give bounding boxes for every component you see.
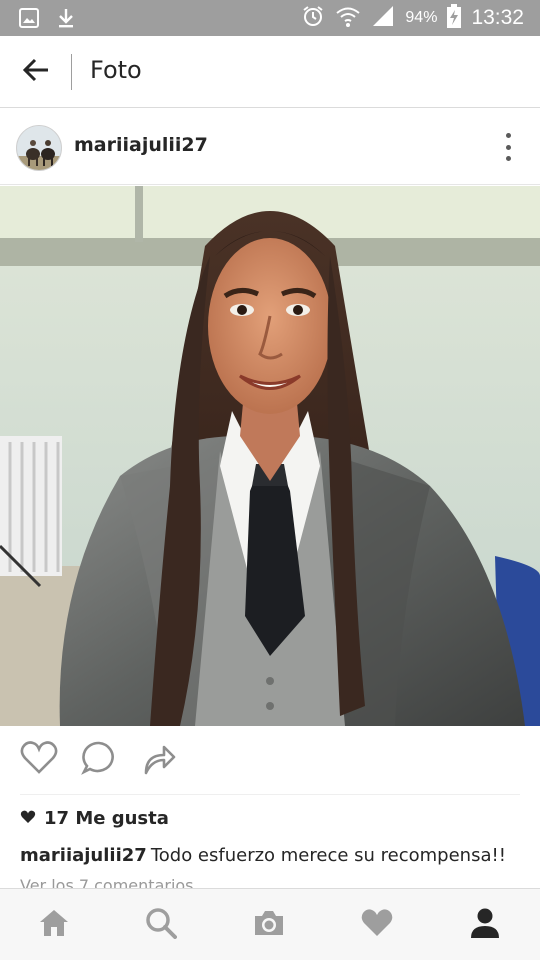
back-button[interactable] (14, 52, 58, 92)
caption-text: Todo esfuerzo merece su recompensa!! (150, 845, 506, 866)
nav-search[interactable] (139, 903, 183, 947)
nav-camera[interactable] (247, 903, 291, 947)
post-header: mariiajulii27 (0, 109, 540, 185)
clock: 13:32 (471, 6, 524, 29)
home-icon (38, 908, 70, 942)
heart-icon (20, 741, 58, 779)
caption-username[interactable]: mariiajulii27 (20, 845, 147, 866)
like-button[interactable] (17, 738, 61, 782)
post-actions (0, 736, 540, 786)
more-dot (505, 156, 511, 161)
search-icon (145, 907, 177, 943)
actions-divider (20, 794, 520, 795)
image-icon (18, 7, 40, 33)
nav-profile[interactable] (463, 903, 507, 947)
nav-home[interactable] (32, 903, 76, 947)
activity-heart-icon (361, 909, 393, 941)
download-icon (56, 7, 76, 33)
profile-icon (469, 907, 501, 943)
heart-filled-icon (20, 808, 36, 829)
avatar[interactable] (16, 125, 62, 171)
alarm-icon (301, 4, 325, 32)
bottom-nav (0, 888, 540, 960)
battery-percent: 94% (405, 9, 438, 26)
share-icon (142, 741, 176, 779)
status-bar: 94% 13:32 (0, 0, 540, 36)
camera-icon (252, 908, 286, 942)
post-username[interactable]: mariiajulii27 (74, 134, 208, 156)
likes-text: 17 Me gusta (44, 808, 169, 829)
nav-activity[interactable] (355, 903, 399, 947)
signal-icon (371, 4, 395, 32)
comment-button[interactable] (77, 738, 121, 782)
battery-charging-icon (447, 4, 462, 32)
arrow-left-icon (22, 56, 50, 88)
header-divider (71, 54, 72, 90)
more-dot (505, 133, 511, 138)
more-options-button[interactable] (498, 133, 518, 161)
likes-count[interactable]: 17 Me gusta (20, 808, 169, 829)
view-comments-link[interactable]: Ver los 7 comentarios (20, 876, 194, 888)
wifi-icon (335, 4, 361, 32)
app-header: Foto (0, 36, 540, 108)
comment-icon (81, 740, 117, 780)
page-title: Foto (90, 56, 142, 84)
share-button[interactable] (137, 738, 181, 782)
post-caption: mariiajulii27 Todo esfuerzo merece su rec… (20, 845, 506, 866)
more-dot (505, 144, 511, 150)
post-photo[interactable] (0, 186, 540, 726)
